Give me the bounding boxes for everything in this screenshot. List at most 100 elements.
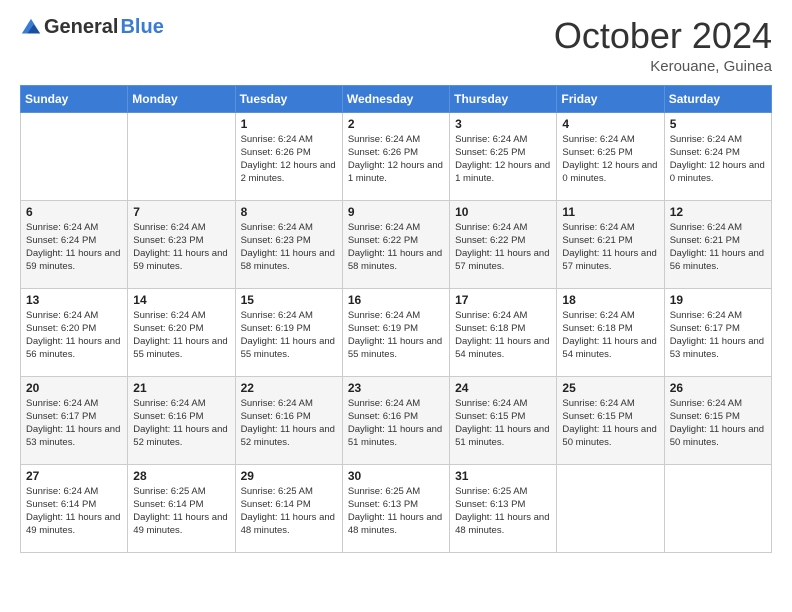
header-sunday: Sunday <box>21 85 128 112</box>
day-number: 6 <box>26 205 122 219</box>
calendar-cell: 16 Sunrise: 6:24 AMSunset: 6:19 PMDayligh… <box>342 288 449 376</box>
logo: General Blue <box>20 16 164 39</box>
day-number: 12 <box>670 205 766 219</box>
day-info: Sunrise: 6:24 AMSunset: 6:24 PMDaylight:… <box>670 133 766 186</box>
day-info: Sunrise: 6:24 AMSunset: 6:24 PMDaylight:… <box>26 221 122 274</box>
day-number: 16 <box>348 293 444 307</box>
day-info: Sunrise: 6:24 AMSunset: 6:22 PMDaylight:… <box>348 221 444 274</box>
header-friday: Friday <box>557 85 664 112</box>
calendar-cell: 10 Sunrise: 6:24 AMSunset: 6:22 PMDayligh… <box>450 200 557 288</box>
day-number: 1 <box>241 117 337 131</box>
day-info: Sunrise: 6:24 AMSunset: 6:19 PMDaylight:… <box>348 309 444 362</box>
calendar-cell: 31 Sunrise: 6:25 AMSunset: 6:13 PMDayligh… <box>450 464 557 552</box>
day-info: Sunrise: 6:24 AMSunset: 6:16 PMDaylight:… <box>241 397 337 450</box>
header-monday: Monday <box>128 85 235 112</box>
day-info: Sunrise: 6:24 AMSunset: 6:25 PMDaylight:… <box>562 133 658 186</box>
day-info: Sunrise: 6:24 AMSunset: 6:17 PMDaylight:… <box>670 309 766 362</box>
day-info: Sunrise: 6:25 AMSunset: 6:13 PMDaylight:… <box>348 485 444 538</box>
day-number: 27 <box>26 469 122 483</box>
calendar-cell: 30 Sunrise: 6:25 AMSunset: 6:13 PMDayligh… <box>342 464 449 552</box>
calendar-week-row: 6 Sunrise: 6:24 AMSunset: 6:24 PMDaylight… <box>21 200 772 288</box>
day-number: 11 <box>562 205 658 219</box>
header-thursday: Thursday <box>450 85 557 112</box>
day-number: 26 <box>670 381 766 395</box>
day-number: 3 <box>455 117 551 131</box>
day-info: Sunrise: 6:24 AMSunset: 6:26 PMDaylight:… <box>348 133 444 186</box>
header-wednesday: Wednesday <box>342 85 449 112</box>
calendar-cell: 20 Sunrise: 6:24 AMSunset: 6:17 PMDayligh… <box>21 376 128 464</box>
day-info: Sunrise: 6:24 AMSunset: 6:15 PMDaylight:… <box>455 397 551 450</box>
calendar-cell: 27Sunrise: 6:24 AMSunset: 6:14 PMDayligh… <box>21 464 128 552</box>
calendar-page: General Blue October 2024 Kerouane, Guin… <box>0 0 792 612</box>
logo-icon <box>20 17 42 39</box>
calendar-cell: 9 Sunrise: 6:24 AMSunset: 6:22 PMDaylight… <box>342 200 449 288</box>
day-number: 31 <box>455 469 551 483</box>
day-number: 10 <box>455 205 551 219</box>
calendar-cell: 8 Sunrise: 6:24 AMSunset: 6:23 PMDaylight… <box>235 200 342 288</box>
day-info: Sunrise: 6:24 AMSunset: 6:23 PMDaylight:… <box>133 221 229 274</box>
calendar-cell: 11 Sunrise: 6:24 AMSunset: 6:21 PMDayligh… <box>557 200 664 288</box>
calendar-cell: 5 Sunrise: 6:24 AMSunset: 6:24 PMDaylight… <box>664 112 771 200</box>
day-info: Sunrise: 6:24 AMSunset: 6:23 PMDaylight:… <box>241 221 337 274</box>
day-info: Sunrise: 6:24 AMSunset: 6:16 PMDaylight:… <box>348 397 444 450</box>
day-info: Sunrise: 6:24 AMSunset: 6:19 PMDaylight:… <box>241 309 337 362</box>
calendar-cell: 17Sunrise: 6:24 AMSunset: 6:18 PMDayligh… <box>450 288 557 376</box>
day-info: Sunrise: 6:24 AMSunset: 6:20 PMDaylight:… <box>26 309 122 362</box>
calendar-cell: 2 Sunrise: 6:24 AMSunset: 6:26 PMDaylight… <box>342 112 449 200</box>
day-number: 4 <box>562 117 658 131</box>
header: General Blue October 2024 Kerouane, Guin… <box>20 16 772 75</box>
day-info: Sunrise: 6:24 AMSunset: 6:21 PMDaylight:… <box>562 221 658 274</box>
calendar-cell: 3 Sunrise: 6:24 AMSunset: 6:25 PMDaylight… <box>450 112 557 200</box>
month-title: October 2024 <box>554 16 772 56</box>
day-info: Sunrise: 6:24 AMSunset: 6:16 PMDaylight:… <box>133 397 229 450</box>
calendar-cell: 14 Sunrise: 6:24 AMSunset: 6:20 PMDayligh… <box>128 288 235 376</box>
day-number: 5 <box>670 117 766 131</box>
day-info: Sunrise: 6:24 AMSunset: 6:22 PMDaylight:… <box>455 221 551 274</box>
calendar-cell: 29Sunrise: 6:25 AMSunset: 6:14 PMDayligh… <box>235 464 342 552</box>
day-info: Sunrise: 6:24 AMSunset: 6:15 PMDaylight:… <box>562 397 658 450</box>
day-number: 21 <box>133 381 229 395</box>
day-info: Sunrise: 6:25 AMSunset: 6:14 PMDaylight:… <box>241 485 337 538</box>
calendar-table: Sunday Monday Tuesday Wednesday Thursday… <box>20 85 772 553</box>
day-number: 30 <box>348 469 444 483</box>
day-number: 14 <box>133 293 229 307</box>
calendar-week-row: 1 Sunrise: 6:24 AMSunset: 6:26 PMDaylight… <box>21 112 772 200</box>
calendar-header-row: Sunday Monday Tuesday Wednesday Thursday… <box>21 85 772 112</box>
day-number: 19 <box>670 293 766 307</box>
day-number: 8 <box>241 205 337 219</box>
title-block: October 2024 Kerouane, Guinea <box>554 16 772 75</box>
day-number: 17 <box>455 293 551 307</box>
day-info: Sunrise: 6:25 AMSunset: 6:14 PMDaylight:… <box>133 485 229 538</box>
day-number: 20 <box>26 381 122 395</box>
calendar-cell <box>21 112 128 200</box>
day-number: 22 <box>241 381 337 395</box>
day-number: 2 <box>348 117 444 131</box>
calendar-cell: 15 Sunrise: 6:24 AMSunset: 6:19 PMDayligh… <box>235 288 342 376</box>
day-number: 25 <box>562 381 658 395</box>
day-number: 18 <box>562 293 658 307</box>
logo-blue-text: Blue <box>120 16 163 39</box>
day-number: 23 <box>348 381 444 395</box>
calendar-cell: 25 Sunrise: 6:24 AMSunset: 6:15 PMDayligh… <box>557 376 664 464</box>
day-number: 7 <box>133 205 229 219</box>
header-tuesday: Tuesday <box>235 85 342 112</box>
header-saturday: Saturday <box>664 85 771 112</box>
calendar-cell: 26Sunrise: 6:24 AMSunset: 6:15 PMDayligh… <box>664 376 771 464</box>
calendar-cell <box>128 112 235 200</box>
day-info: Sunrise: 6:24 AMSunset: 6:25 PMDaylight:… <box>455 133 551 186</box>
day-info: Sunrise: 6:24 AMSunset: 6:20 PMDaylight:… <box>133 309 229 362</box>
calendar-cell: 6 Sunrise: 6:24 AMSunset: 6:24 PMDaylight… <box>21 200 128 288</box>
calendar-cell: 1Sunrise: 6:24 AMSunset: 6:26 PMDaylight… <box>235 112 342 200</box>
day-number: 9 <box>348 205 444 219</box>
calendar-cell: 28Sunrise: 6:25 AMSunset: 6:14 PMDayligh… <box>128 464 235 552</box>
calendar-cell: 21 Sunrise: 6:24 AMSunset: 6:16 PMDayligh… <box>128 376 235 464</box>
calendar-cell: 7 Sunrise: 6:24 AMSunset: 6:23 PMDaylight… <box>128 200 235 288</box>
calendar-week-row: 20 Sunrise: 6:24 AMSunset: 6:17 PMDayligh… <box>21 376 772 464</box>
day-number: 15 <box>241 293 337 307</box>
calendar-cell: 4 Sunrise: 6:24 AMSunset: 6:25 PMDaylight… <box>557 112 664 200</box>
day-info: Sunrise: 6:24 AMSunset: 6:21 PMDaylight:… <box>670 221 766 274</box>
calendar-cell: 19 Sunrise: 6:24 AMSunset: 6:17 PMDayligh… <box>664 288 771 376</box>
day-info: Sunrise: 6:24 AMSunset: 6:17 PMDaylight:… <box>26 397 122 450</box>
day-info: Sunrise: 6:25 AMSunset: 6:13 PMDaylight:… <box>455 485 551 538</box>
location: Kerouane, Guinea <box>554 58 772 75</box>
